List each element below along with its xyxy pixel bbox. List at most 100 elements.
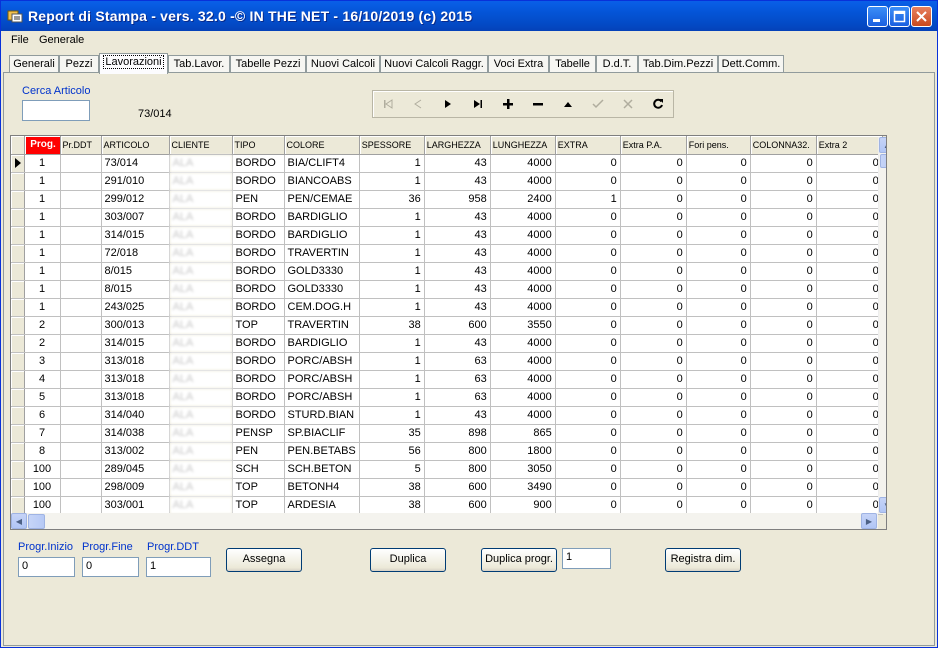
- vertical-scrollbar[interactable]: ▲ ▼: [878, 137, 886, 514]
- grid-cell[interactable]: ARDESIA: [284, 496, 360, 515]
- close-icon[interactable]: [911, 6, 932, 27]
- row-indicator[interactable]: [11, 352, 25, 371]
- grid-cell[interactable]: 1: [359, 370, 425, 389]
- grid-cell[interactable]: SCH: [232, 460, 285, 479]
- grid-cell[interactable]: [60, 244, 102, 263]
- grid-cell[interactable]: 4000: [490, 226, 556, 245]
- grid-cell[interactable]: 38: [359, 316, 425, 335]
- minimize-icon[interactable]: [867, 6, 888, 27]
- grid-cell[interactable]: 0: [555, 172, 621, 191]
- grid-cell[interactable]: 0: [555, 262, 621, 281]
- grid-cell[interactable]: 1: [24, 154, 61, 173]
- grid-cell[interactable]: 0: [555, 208, 621, 227]
- grid-cell[interactable]: 0: [555, 424, 621, 443]
- grid-cell[interactable]: SCH.BETON: [284, 460, 360, 479]
- grid-cell[interactable]: 298/009: [101, 478, 170, 497]
- grid-cell[interactable]: 0: [686, 496, 751, 515]
- grid-cell[interactable]: 1: [24, 190, 61, 209]
- grid-cell[interactable]: ALA: [169, 370, 233, 389]
- delete-record-icon[interactable]: [523, 91, 553, 117]
- grid-cell[interactable]: 0: [555, 352, 621, 371]
- grid-cell[interactable]: 0: [686, 190, 751, 209]
- progr-fine-input[interactable]: 0: [82, 557, 139, 577]
- duplica-progr-button[interactable]: Duplica progr.: [481, 548, 557, 572]
- row-indicator[interactable]: [11, 208, 25, 227]
- grid-cell[interactable]: 4000: [490, 334, 556, 353]
- row-indicator[interactable]: [11, 190, 25, 209]
- row-indicator[interactable]: [11, 424, 25, 443]
- grid-cell[interactable]: 0: [555, 478, 621, 497]
- grid-cell[interactable]: 4000: [490, 280, 556, 299]
- col-header-pr-ddt[interactable]: Pr.DDT: [60, 136, 102, 155]
- grid-cell[interactable]: TOP: [232, 496, 285, 515]
- grid-cell[interactable]: 1: [359, 262, 425, 281]
- grid-cell[interactable]: 4000: [490, 244, 556, 263]
- grid-cell[interactable]: 0: [816, 496, 883, 515]
- table-row[interactable]: 1 243/025 ALA BORDO CEM.DOG.H 1 43 4000 0 0 0 0 0: [11, 298, 883, 317]
- grid-cell[interactable]: 43: [424, 262, 491, 281]
- grid-cell[interactable]: 0: [686, 172, 751, 191]
- row-indicator[interactable]: [11, 298, 25, 317]
- grid-cell[interactable]: 4000: [490, 208, 556, 227]
- grid-cell[interactable]: 0: [686, 370, 751, 389]
- grid-cell[interactable]: ALA: [169, 244, 233, 263]
- col-header-prog[interactable]: Prog.: [24, 136, 61, 155]
- grid-cell[interactable]: 4000: [490, 172, 556, 191]
- grid-cell[interactable]: 0: [620, 460, 687, 479]
- grid-cell[interactable]: 8: [24, 442, 61, 461]
- grid-cell[interactable]: [60, 280, 102, 299]
- grid-cell[interactable]: [60, 208, 102, 227]
- grid-cell[interactable]: 1: [359, 334, 425, 353]
- grid-cell[interactable]: 289/045: [101, 460, 170, 479]
- grid-cell[interactable]: 43: [424, 334, 491, 353]
- grid-cell[interactable]: [60, 172, 102, 191]
- table-row[interactable]: 4 313/018 ALA BORDO PORC/ABSH 1 63 4000 0 0 0 0 0: [11, 370, 883, 389]
- menu-generale[interactable]: Generale: [39, 34, 84, 46]
- grid-cell[interactable]: 73/014: [101, 154, 170, 173]
- grid-cell[interactable]: 7: [24, 424, 61, 443]
- grid-cell[interactable]: BETONH4: [284, 478, 360, 497]
- grid-cell[interactable]: 0: [816, 370, 883, 389]
- grid-cell[interactable]: ALA: [169, 208, 233, 227]
- grid-cell[interactable]: 0: [750, 316, 817, 335]
- grid-cell[interactable]: ALA: [169, 388, 233, 407]
- grid-cell[interactable]: 0: [686, 424, 751, 443]
- grid-cell[interactable]: 1: [359, 208, 425, 227]
- grid-cell[interactable]: 8/015: [101, 280, 170, 299]
- grid-cell[interactable]: [60, 370, 102, 389]
- grid-cell[interactable]: [60, 442, 102, 461]
- grid-cell[interactable]: [60, 424, 102, 443]
- grid-cell[interactable]: 600: [424, 478, 491, 497]
- grid-cell[interactable]: TRAVERTIN: [284, 316, 360, 335]
- cancel-record-icon[interactable]: [613, 91, 643, 117]
- grid-cell[interactable]: BORDO: [232, 262, 285, 281]
- grid-cell[interactable]: 72/018: [101, 244, 170, 263]
- duplica-progr-input[interactable]: 1: [562, 548, 611, 569]
- grid-cell[interactable]: 865: [490, 424, 556, 443]
- grid-cell[interactable]: 0: [816, 334, 883, 353]
- grid-cell[interactable]: PEN: [232, 442, 285, 461]
- grid-cell[interactable]: 303/007: [101, 208, 170, 227]
- grid-cell[interactable]: 0: [686, 208, 751, 227]
- grid-cell[interactable]: 0: [750, 154, 817, 173]
- grid-cell[interactable]: 1: [359, 406, 425, 425]
- grid-cell[interactable]: BORDO: [232, 406, 285, 425]
- grid-cell[interactable]: 314/040: [101, 406, 170, 425]
- grid-cell[interactable]: 0: [750, 190, 817, 209]
- col-header-tipo[interactable]: TIPO: [232, 136, 285, 155]
- grid-cell[interactable]: 314/038: [101, 424, 170, 443]
- grid-cell[interactable]: 43: [424, 154, 491, 173]
- grid-cell[interactable]: 3: [24, 352, 61, 371]
- grid-cell[interactable]: 1: [359, 172, 425, 191]
- grid-cell[interactable]: 0: [750, 334, 817, 353]
- grid-cell[interactable]: 303/001: [101, 496, 170, 515]
- grid-cell[interactable]: 1: [24, 262, 61, 281]
- grid-cell[interactable]: BORDO: [232, 244, 285, 263]
- table-row[interactable]: 8 313/002 ALA PEN PEN.BETABS 56 800 1800 0 0 0 0 0: [11, 442, 883, 461]
- table-row[interactable]: 1 8/015 ALA BORDO GOLD3330 1 43 4000 0 0 0 0 0: [11, 262, 883, 281]
- grid-cell[interactable]: 0: [750, 226, 817, 245]
- search-input[interactable]: [22, 100, 90, 121]
- grid-cell[interactable]: 43: [424, 226, 491, 245]
- grid-cell[interactable]: [60, 352, 102, 371]
- grid-cell[interactable]: 0: [686, 388, 751, 407]
